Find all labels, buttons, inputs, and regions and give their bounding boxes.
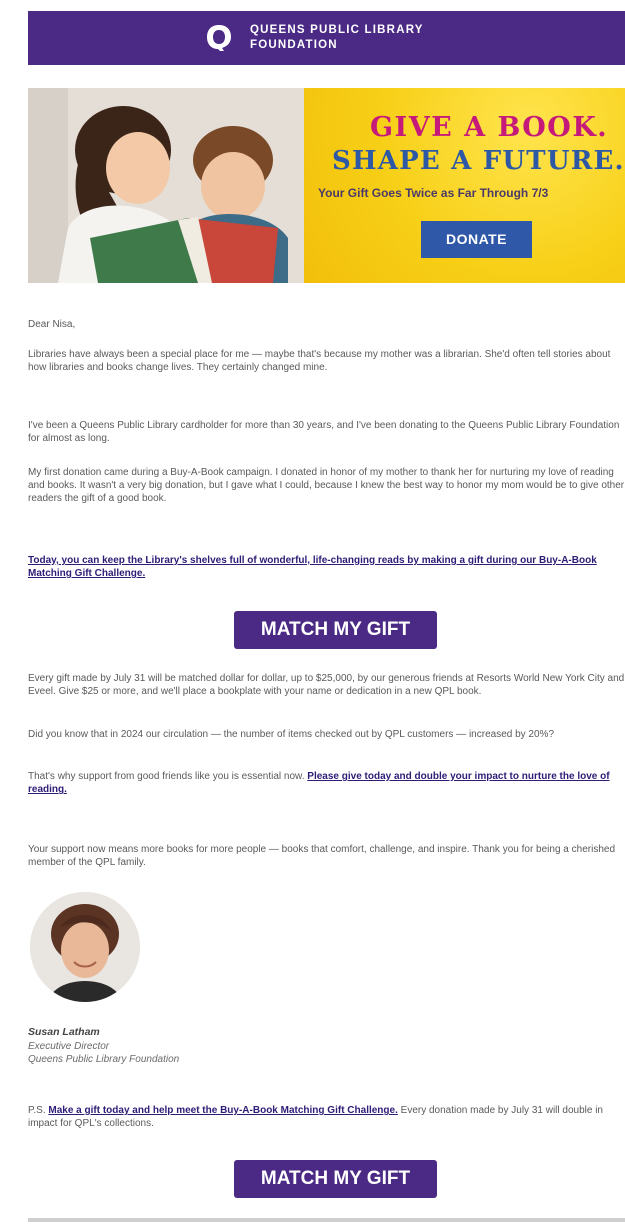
letter-paragraph-2: I've been a Queens Public Library cardho… (28, 420, 620, 445)
children-reading-photo[interactable] (28, 88, 304, 283)
greeting: Dear Nisa, (28, 319, 76, 330)
letter-paragraph-6-text: That's why support from good friends lik… (28, 771, 305, 782)
match-my-gift-button-2[interactable]: MATCH MY GIFT (234, 1160, 437, 1198)
hero-headline-2: SHAPE A FUTURE. (332, 146, 625, 176)
hero-banner: GIVE A BOOK. SHAPE A FUTURE. Your Gift G… (28, 88, 625, 283)
org-name-line2: FOUNDATION (250, 39, 338, 51)
signature-org: Queens Public Library Foundation (28, 1054, 180, 1065)
header-banner[interactable]: QUEENS PUBLIC LIBRARY FOUNDATION (28, 11, 625, 65)
email-page: QUEENS PUBLIC LIBRARY FOUNDATION GIVE A … (0, 0, 625, 1230)
letter-paragraph-6: That's why support from good friends lik… (28, 770, 625, 796)
ps-gift-link[interactable]: Make a gift today and help meet the Buy-… (48, 1105, 397, 1116)
hero-subline: Your Gift Goes Twice as Far Through 7/3 (318, 186, 549, 200)
signature-name: Susan Latham (28, 1026, 100, 1038)
org-name: QUEENS PUBLIC LIBRARY FOUNDATION (250, 23, 424, 53)
match-my-gift-button[interactable]: MATCH MY GIFT (234, 611, 437, 649)
children-reading-illustration (28, 88, 304, 283)
letter-paragraph-1: Libraries have always been a special pla… (28, 349, 611, 374)
ps-paragraph: P.S. Make a gift today and help meet the… (28, 1104, 625, 1130)
buy-a-book-link[interactable]: Today, you can keep the Library's shelve… (28, 555, 597, 579)
letter-paragraph-4: Every gift made by July 31 will be match… (28, 673, 625, 698)
donate-button[interactable]: DONATE (421, 221, 532, 258)
signature-title: Executive Director (28, 1041, 110, 1052)
letter-paragraph-3: My first donation came during a Buy-A-Bo… (28, 467, 625, 505)
ps-prefix: P.S. (28, 1105, 46, 1116)
hero-headline-1: GIVE A BOOK. (370, 112, 609, 143)
hero-promo: GIVE A BOOK. SHAPE A FUTURE. Your Gift G… (304, 88, 625, 283)
letter-link-paragraph: Today, you can keep the Library's shelve… (28, 554, 625, 580)
queens-q-logo-icon (207, 25, 231, 51)
signature-title-block: Executive Director Queens Public Library… (28, 1040, 179, 1066)
footer-divider (28, 1218, 625, 1222)
avatar (30, 892, 140, 1002)
org-name-line1: QUEENS PUBLIC LIBRARY (250, 24, 424, 36)
portrait-icon (30, 892, 140, 1002)
letter-paragraph-7: Your support now means more books for mo… (28, 844, 616, 869)
letter-paragraph-5: Did you know that in 2024 our circulatio… (28, 729, 555, 740)
